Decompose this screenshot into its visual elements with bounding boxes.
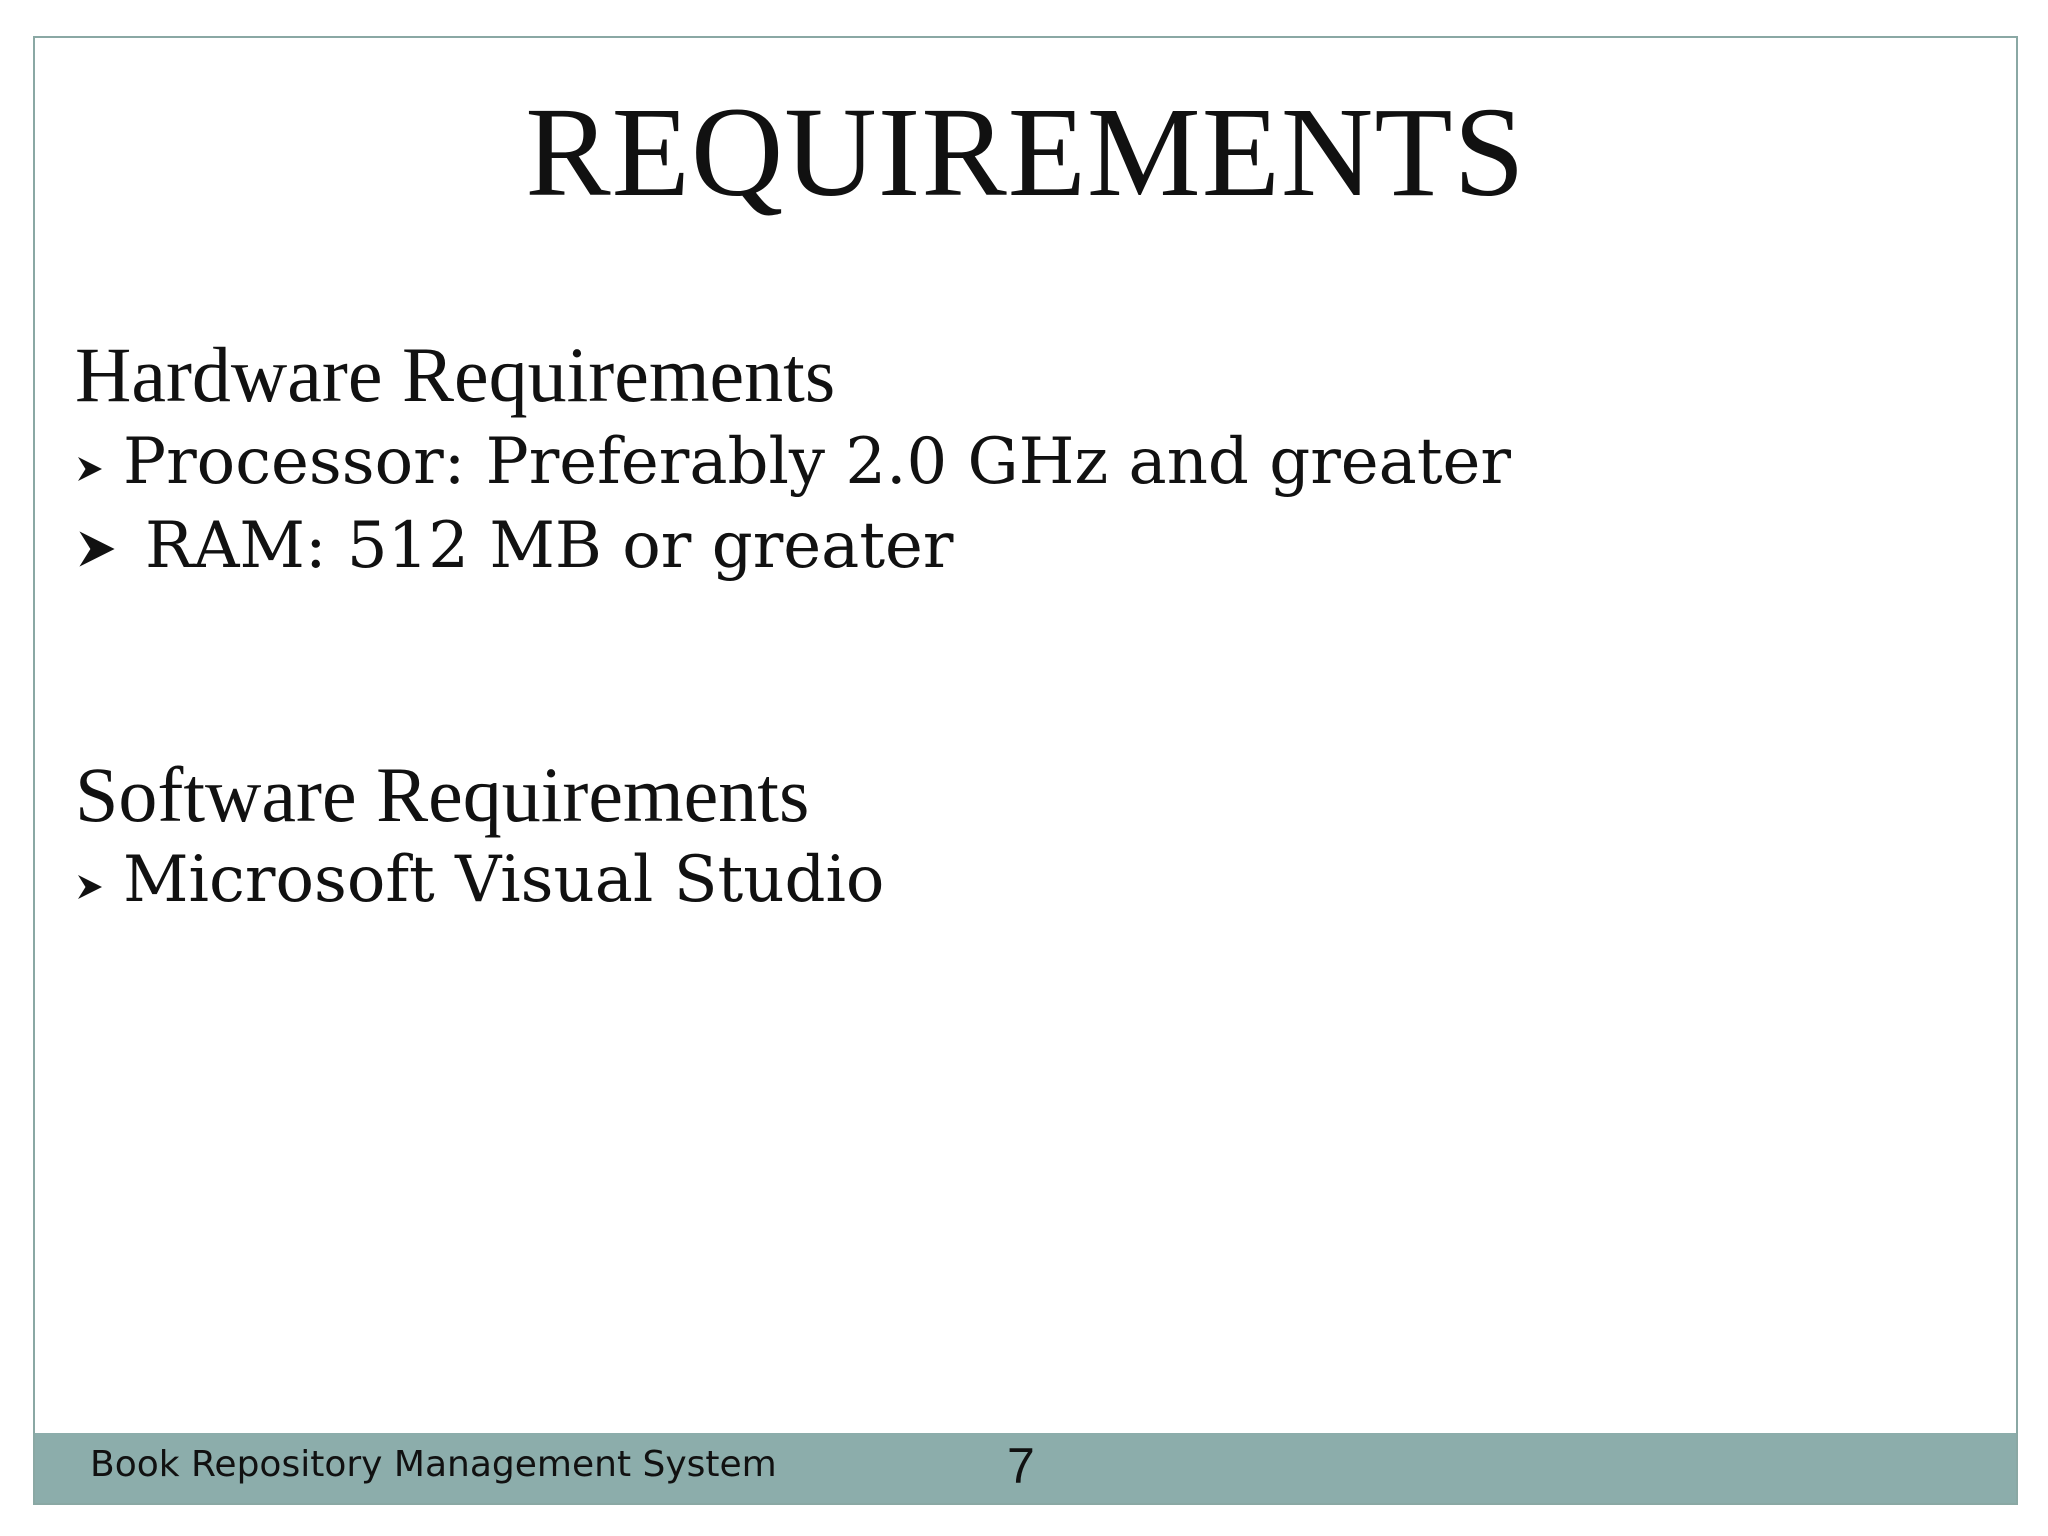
software-requirements-heading: Software Requirements — [75, 751, 810, 838]
hardware-item-text: Processor: Preferably 2.0 GHz and greate… — [123, 425, 1511, 499]
hardware-requirements-heading: Hardware Requirements — [75, 331, 836, 418]
arrowhead-bullet-icon — [79, 531, 115, 567]
software-item-visual-studio: Microsoft Visual Studio — [75, 848, 884, 912]
hardware-item-ram: RAM: 512 MB or greater — [75, 514, 954, 578]
arrowhead-bullet-icon — [78, 457, 102, 481]
software-item-text: Microsoft Visual Studio — [123, 843, 885, 917]
footer-band: Book Repository Management System 7 — [35, 1433, 2016, 1503]
footer-title: Book Repository Management System — [90, 1444, 777, 1485]
slide: REQUIREMENTS Hardware Requirements Proce… — [33, 36, 2018, 1505]
arrowhead-bullet-icon — [78, 875, 102, 899]
page-number: 7 — [1007, 1438, 1035, 1494]
slide-title: REQUIREMENTS — [525, 81, 1526, 223]
hardware-item-text: RAM: 512 MB or greater — [145, 509, 954, 583]
hardware-item-processor: Processor: Preferably 2.0 GHz and greate… — [75, 430, 1511, 494]
